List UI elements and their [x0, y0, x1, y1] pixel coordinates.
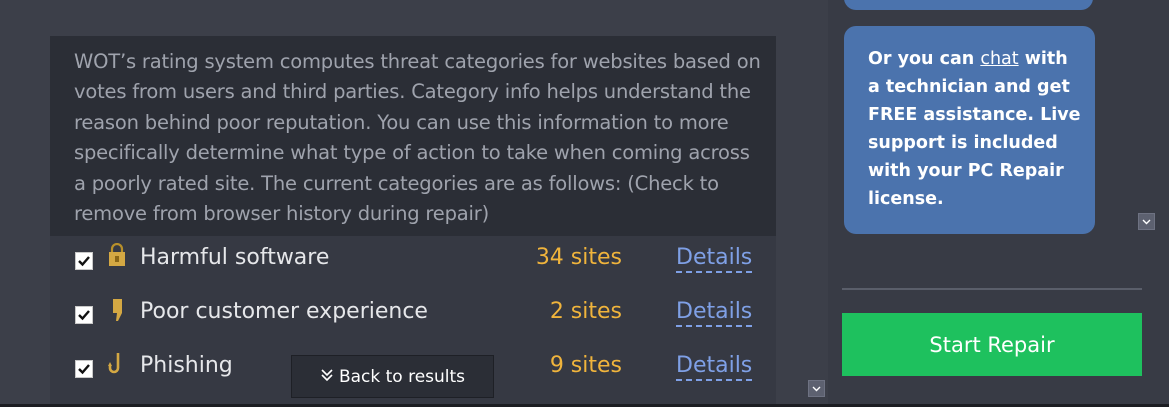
chat-bubble: Or you can chat with a technician and ge…	[844, 26, 1095, 234]
back-to-results-button[interactable]: Back to results	[291, 355, 494, 398]
sidebar-divider	[842, 288, 1142, 290]
checkbox-poor-customer-experience[interactable]	[75, 306, 93, 324]
details-link[interactable]: Details	[676, 353, 753, 381]
chat-link[interactable]: chat	[980, 49, 1018, 69]
sidebar-scroll-down-button[interactable]	[1138, 213, 1155, 230]
chevron-down-icon	[1142, 219, 1151, 224]
thumbs-down-icon	[108, 297, 126, 323]
main-area: WOT’s rating system computes threat cate…	[0, 0, 828, 407]
fishing-hook-icon	[108, 351, 126, 377]
category-label: Phishing	[140, 353, 233, 378]
checkbox-phishing[interactable]	[75, 360, 93, 378]
category-count: 2 sites	[549, 299, 622, 324]
category-count: 34 sites	[535, 245, 622, 270]
details-link[interactable]: Details	[676, 299, 753, 327]
category-info-panel: WOT’s rating system computes threat cate…	[50, 36, 776, 236]
sidebar: Or you can chat with a technician and ge…	[828, 0, 1169, 407]
start-repair-button[interactable]: Start Repair	[842, 313, 1142, 376]
category-info-text: WOT’s rating system computes threat cate…	[74, 50, 761, 226]
category-count: 9 sites	[549, 353, 622, 378]
category-label: Harmful software	[140, 245, 330, 270]
back-to-results-label: Back to results	[338, 366, 466, 387]
previous-bubble	[844, 0, 1093, 10]
checkbox-harmful-software[interactable]	[75, 252, 93, 270]
double-chevron-down-icon	[320, 367, 334, 387]
chevron-down-icon	[812, 386, 821, 391]
chat-prefix: Or you can	[868, 49, 981, 69]
category-row-harmful-software: Harmful software 34 sites Details	[50, 236, 776, 290]
chat-bubble-text: Or you can chat with a technician and ge…	[868, 45, 1083, 213]
details-link[interactable]: Details	[676, 245, 753, 273]
malware-padlock-icon	[108, 242, 126, 269]
chat-suffix: with a technician and get FREE assistanc…	[868, 49, 1081, 209]
category-row-poor-customer-experience: Poor customer experience 2 sites Details	[50, 290, 776, 344]
category-label: Poor customer experience	[140, 299, 428, 324]
main-scroll-down-button[interactable]	[808, 380, 825, 397]
